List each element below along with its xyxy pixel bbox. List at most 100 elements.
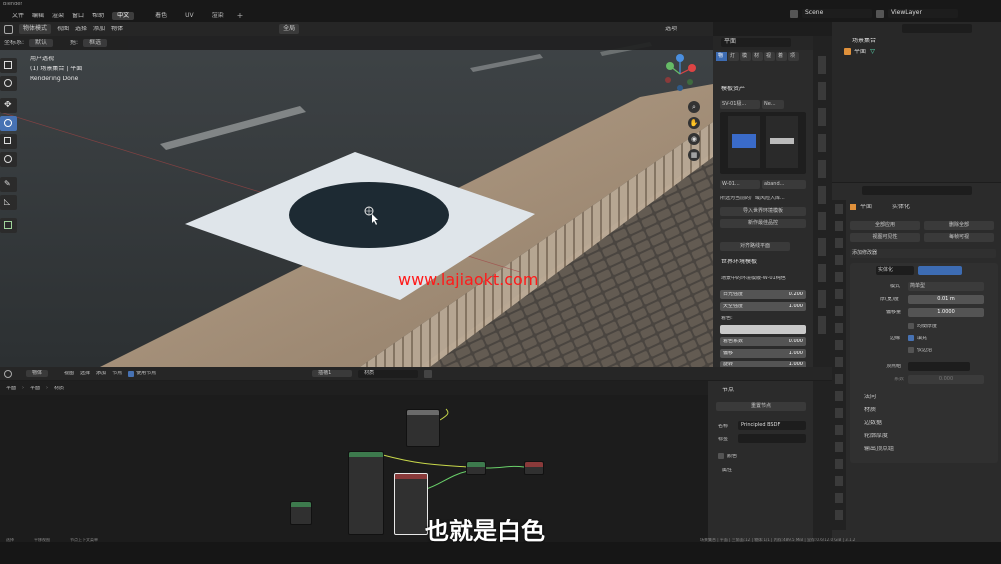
menu-help[interactable]: 帮助 — [92, 13, 104, 19]
modifier-toggles[interactable] — [918, 266, 962, 275]
material-field[interactable]: 材质 — [358, 369, 419, 378]
menu-file[interactable]: 文件 — [12, 13, 24, 19]
properties-tab-icons[interactable] — [835, 204, 843, 524]
asset-thumbnails[interactable] — [720, 112, 806, 174]
3d-viewport[interactable]: 物体模式 视图 选择 添加 物体 全局 选项 坐标系: 默认 拖: 框选 ✥ ✎… — [0, 22, 713, 367]
npanel-tab-item[interactable]: 项 — [788, 52, 799, 61]
shader-node[interactable] — [406, 409, 440, 447]
mode-select[interactable]: 简单型 — [908, 282, 984, 291]
vp-menu-select[interactable]: 选择 — [75, 26, 87, 32]
tab-render[interactable]: 渲染 — [207, 12, 229, 20]
mode-select[interactable]: 物体模式 — [19, 24, 52, 34]
vp-menu-add[interactable]: 添加 — [93, 26, 105, 32]
scene-icon[interactable] — [790, 9, 798, 18]
node-menu-view[interactable]: 视图 — [64, 371, 74, 376]
vp-menu-view[interactable]: 视图 — [57, 26, 69, 32]
import-world-button[interactable]: 导入世界环境模板 — [720, 207, 806, 216]
measure-tool[interactable]: ◺ — [0, 195, 17, 210]
asset-name-left[interactable]: W-01... — [720, 180, 760, 189]
slot-select[interactable]: 插槽1 — [312, 370, 353, 377]
rim-fill-checkbox[interactable]: 填充 — [908, 335, 927, 341]
npanel-tab-model[interactable]: 模 — [740, 52, 751, 61]
vertex-group-field[interactable] — [908, 362, 970, 371]
props-search[interactable] — [862, 186, 972, 195]
overlay-options[interactable]: 选项 — [665, 26, 677, 32]
sky-strength-field[interactable]: 天空强度 1.000 — [720, 302, 806, 311]
tab-chinese[interactable]: 中文 — [112, 11, 135, 20]
scale-tool[interactable] — [0, 134, 17, 149]
grid-icon[interactable]: ▦ — [688, 149, 700, 161]
vertical-tabs[interactable] — [818, 56, 826, 336]
color-swatch[interactable] — [720, 325, 806, 334]
texture-node[interactable] — [290, 501, 312, 525]
vp-menu-object[interactable]: 物体 — [111, 26, 123, 32]
offset-field[interactable]: 偏移 1.000 — [720, 349, 806, 358]
scene-field[interactable]: Scene — [802, 9, 872, 18]
navigation-gizmo[interactable] — [660, 54, 700, 94]
node-properties-section[interactable]: 属性 — [722, 468, 732, 473]
rotate-tool[interactable] — [0, 116, 17, 131]
asset-name-right[interactable]: aband... — [762, 180, 806, 189]
align-plane-button[interactable]: 对齐路线平面 — [720, 242, 790, 251]
outliner-collection[interactable]: 场景集合 — [852, 38, 876, 44]
modifier-name[interactable]: 实体化 — [876, 266, 914, 275]
coord-select[interactable]: 默认 — [29, 39, 54, 47]
toggle-view-button[interactable]: 视图可见性 — [850, 233, 920, 242]
thickness-field[interactable]: 0.01 m — [908, 295, 984, 304]
section-thickness-clamp[interactable]: 轮廓厚度 — [864, 433, 888, 439]
node-menu-add[interactable]: 添加 — [96, 371, 106, 376]
viewlayer-field[interactable]: ViewLayer — [888, 9, 958, 18]
viewlayer-icon[interactable] — [876, 9, 884, 18]
section-normals[interactable]: 法向 — [864, 394, 876, 400]
camera-icon[interactable]: ◉ — [688, 133, 700, 145]
drag-select[interactable]: 框选 — [83, 39, 108, 47]
tint-field[interactable]: 着色系数 0.000 — [720, 337, 806, 346]
principled-bsdf-node[interactable] — [348, 451, 384, 535]
select-box-tool[interactable] — [0, 58, 17, 73]
node-label-field[interactable] — [738, 434, 806, 443]
node-mode-select[interactable]: 物体 — [26, 370, 49, 377]
npanel-tab-shade[interactable]: 着 — [776, 52, 787, 61]
annotate-tool[interactable]: ✎ — [0, 177, 17, 192]
output-node[interactable] — [524, 461, 544, 475]
add-cube-tool[interactable] — [0, 218, 17, 233]
menu-window[interactable]: 窗口 — [72, 13, 84, 19]
rim-only-checkbox[interactable]: 仅边沿 — [908, 347, 932, 353]
zoom-icon[interactable]: ⌕ — [688, 101, 700, 113]
npanel-tab-view[interactable]: 视 — [764, 52, 775, 61]
asset-thumb-left[interactable] — [728, 116, 760, 168]
add-modifier-button[interactable]: 添加修改器 — [850, 249, 996, 258]
apply-all-button[interactable]: 全部应用 — [850, 221, 920, 230]
factor-field[interactable]: 0.000 — [908, 375, 984, 384]
selected-node[interactable] — [394, 473, 428, 535]
transform-orientation[interactable]: 全局 — [279, 24, 300, 34]
npanel-tab-object[interactable]: 物 — [716, 52, 727, 61]
menu-render[interactable]: 渲染 — [52, 13, 64, 19]
recent-button[interactable]: 新作最佳品控 — [720, 219, 806, 228]
cursor-tool[interactable] — [0, 76, 17, 91]
node-panel-title[interactable]: 节点 — [722, 387, 734, 393]
menu-edit[interactable]: 编辑 — [32, 13, 44, 19]
tab-uv[interactable]: UV — [180, 12, 199, 20]
world-title[interactable]: 世界环境模板 — [721, 259, 757, 265]
pin-icon[interactable] — [424, 369, 433, 378]
npanel-tab-material[interactable]: 材 — [752, 52, 763, 61]
reset-node-button[interactable]: 重置节点 — [716, 402, 806, 411]
node-name-field[interactable]: Principled BSDF — [738, 421, 806, 430]
offset-field[interactable]: 1.0000 — [908, 308, 984, 317]
assets-title[interactable]: 模板资产 — [721, 86, 745, 92]
transform-tool[interactable] — [0, 152, 17, 167]
node-canvas[interactable] — [0, 395, 713, 542]
remove-all-button[interactable]: 删除全部 — [924, 221, 994, 230]
material-output-node[interactable] — [466, 461, 486, 475]
outliner-object-row[interactable]: 平面 ▽ — [844, 48, 876, 55]
npanel-search[interactable]: 平面 — [721, 38, 791, 47]
editor-type-icon[interactable] — [4, 24, 13, 34]
section-edge-data[interactable]: 边数据 — [864, 420, 882, 426]
asset-thumb-right[interactable] — [766, 116, 798, 168]
section-output-vertex-groups[interactable]: 输出顶点组 — [864, 446, 894, 452]
section-materials[interactable]: 材质 — [864, 407, 876, 413]
outliner-search[interactable] — [902, 24, 972, 33]
move-tool[interactable]: ✥ — [0, 98, 17, 113]
use-nodes-checkbox[interactable]: 使用节点 — [128, 370, 156, 377]
